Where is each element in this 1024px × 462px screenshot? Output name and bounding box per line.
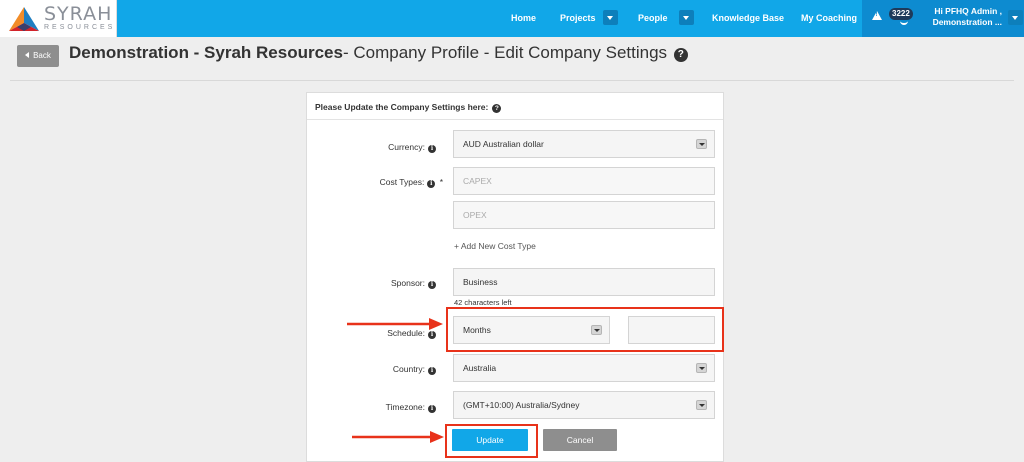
currency-value: AUD Australian dollar xyxy=(463,139,544,149)
timezone-label-text: Timezone: xyxy=(385,402,425,412)
sponsor-label: Sponsor: i xyxy=(391,278,436,289)
cost-type-2-input[interactable]: OPEX xyxy=(453,201,715,229)
timezone-select[interactable]: (GMT+10:00) Australia/Sydney xyxy=(453,391,715,419)
user-menu-caret-icon[interactable] xyxy=(1008,10,1023,25)
info-icon[interactable]: i xyxy=(428,367,436,375)
brand-name: SYRAH xyxy=(44,3,113,25)
nav-people[interactable]: People xyxy=(638,0,668,37)
cost-types-label: Cost Types: i * xyxy=(380,177,443,188)
header-divider xyxy=(10,80,1014,81)
projects-dropdown-caret-icon[interactable] xyxy=(603,10,618,25)
info-icon[interactable]: i xyxy=(428,145,436,153)
cost-type-1-placeholder: CAPEX xyxy=(463,176,492,186)
sponsor-input[interactable]: Business xyxy=(453,268,715,296)
nav-home[interactable]: Home xyxy=(511,0,536,37)
timezone-dropdown-icon xyxy=(696,400,707,410)
warning-icon[interactable] xyxy=(872,11,882,20)
update-arrow-icon xyxy=(352,431,444,443)
sponsor-label-text: Sponsor: xyxy=(390,278,425,288)
currency-label-text: Currency: xyxy=(388,142,425,152)
card-heading-text: Please Update the Company Settings here: xyxy=(315,102,489,112)
update-highlight-box xyxy=(445,424,538,458)
info-icon[interactable]: i xyxy=(427,180,436,188)
timezone-value: (GMT+10:00) Australia/Sydney xyxy=(463,400,580,410)
card-header: Please Update the Company Settings here:… xyxy=(307,93,723,120)
currency-label: Currency: i xyxy=(388,142,436,153)
info-icon[interactable]: i xyxy=(428,331,436,339)
cost-type-1-input[interactable]: CAPEX xyxy=(453,167,715,195)
country-dropdown-icon xyxy=(696,363,707,373)
country-value: Australia xyxy=(463,363,497,373)
nav-projects[interactable]: Projects xyxy=(560,0,596,37)
back-arrow-icon xyxy=(25,52,30,58)
page-title: Demonstration - Syrah Resources- Company… xyxy=(69,43,688,63)
page-title-section: - Company Profile - Edit Company Setting… xyxy=(342,43,668,62)
cancel-button[interactable]: Cancel xyxy=(543,429,617,451)
question-icon[interactable]: ? xyxy=(492,104,502,113)
back-button[interactable]: Back xyxy=(17,45,59,67)
country-label-text: Country: xyxy=(392,364,425,374)
syrah-logo-icon xyxy=(9,7,39,31)
required-marker: * xyxy=(439,177,443,187)
brand-subname: RESOURCES xyxy=(44,24,116,31)
add-new-cost-type-link[interactable]: + Add New Cost Type xyxy=(454,241,536,251)
people-dropdown-caret-icon[interactable] xyxy=(679,10,694,25)
info-icon[interactable]: i xyxy=(428,281,436,289)
country-label: Country: i xyxy=(393,364,436,375)
back-button-label: Back xyxy=(33,51,51,60)
cost-types-label-text: Cost Types: xyxy=(379,177,425,187)
card-heading: Please Update the Company Settings here:… xyxy=(315,102,502,113)
help-icon[interactable]: ? xyxy=(673,48,688,62)
currency-dropdown-icon xyxy=(696,139,707,149)
user-greeting[interactable]: Hi PFHQ Admin , xyxy=(918,6,1002,16)
brand-logo[interactable]: SYRAH RESOURCES xyxy=(0,0,117,37)
timezone-label: Timezone: i xyxy=(386,402,436,413)
currency-select[interactable]: AUD Australian dollar xyxy=(453,130,715,158)
cost-type-2-placeholder: OPEX xyxy=(463,210,487,220)
info-icon[interactable]: i xyxy=(428,405,436,413)
schedule-arrow-icon xyxy=(347,318,443,330)
page-title-company: Demonstration - Syrah Resources xyxy=(69,43,343,62)
country-select[interactable]: Australia xyxy=(453,354,715,382)
sponsor-char-count: 42 characters left xyxy=(454,298,512,307)
nav-my-coaching[interactable]: My Coaching xyxy=(801,0,857,37)
user-company[interactable]: Demonstration ... xyxy=(918,17,1002,27)
sponsor-value: Business xyxy=(463,277,498,287)
schedule-highlight-box xyxy=(446,307,724,352)
top-navbar: SYRAH RESOURCES Home Projects People Kno… xyxy=(0,0,1024,37)
nav-knowledge-base[interactable]: Knowledge Base xyxy=(712,0,784,37)
